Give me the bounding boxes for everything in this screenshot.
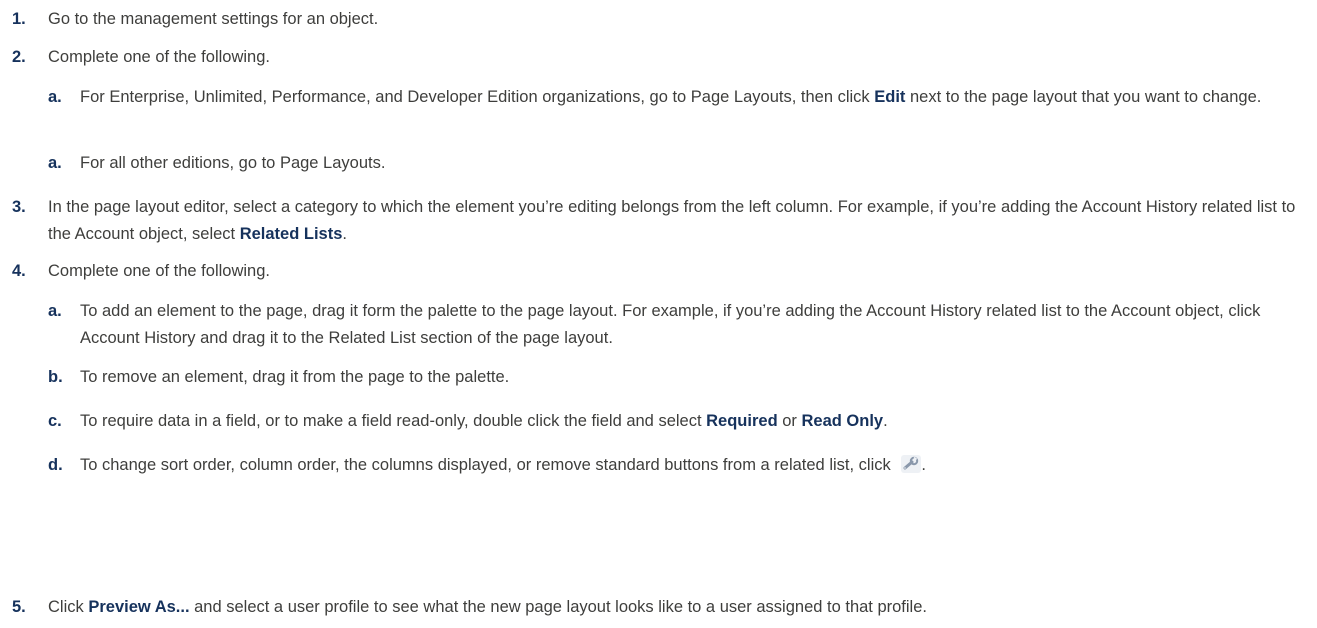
substep-4d: d. To change sort order, column order, t… [48, 452, 1277, 479]
text-run: To change sort order, column order, the … [80, 456, 896, 474]
substep-letter: b. [48, 368, 63, 386]
step-number: 3. [12, 198, 26, 216]
step-3: 3. In the page layout editor, select a c… [12, 194, 1297, 248]
step-text: Complete one of the following. [48, 48, 270, 66]
substep-text: To require data in a field, or to make a… [80, 408, 1277, 435]
substep-2a-other: a. For all other editions, go to Page La… [48, 150, 1277, 177]
step-number: 1. [12, 10, 26, 28]
substep-letter: a. [48, 88, 62, 106]
substep-letter: a. [48, 302, 62, 320]
step-text: Click Preview As... and select a user pr… [48, 594, 1297, 621]
step-1: 1. Go to the management settings for an … [12, 6, 1297, 33]
substep-4a: a. To add an element to the page, drag i… [48, 298, 1277, 352]
preview-as-label: Preview As... [88, 598, 190, 616]
substep-text: For all other editions, go to Page Layou… [80, 154, 386, 172]
substep-4c: c. To require data in a field, or to mak… [48, 408, 1277, 435]
substep-text: To change sort order, column order, the … [80, 452, 1277, 479]
step-text: Go to the management settings for an obj… [48, 10, 379, 28]
substep-letter: c. [48, 412, 62, 430]
step-number: 5. [12, 598, 26, 616]
text-run: For Enterprise, Unlimited, Performance, … [80, 88, 875, 106]
substep-4b: b. To remove an element, drag it from th… [48, 364, 1277, 391]
step-text: In the page layout editor, select a cate… [48, 194, 1297, 248]
wrench-icon [901, 455, 922, 473]
step-text: Complete one of the following. [48, 262, 270, 280]
text-run: Click [48, 598, 89, 616]
step-number: 2. [12, 48, 26, 66]
step-number: 4. [12, 262, 26, 280]
text-run: . [883, 412, 888, 430]
substep-letter: d. [48, 456, 63, 474]
text-run: . [921, 456, 926, 474]
text-run: or [777, 412, 802, 430]
substep-text: To add an element to the page, drag it f… [80, 302, 1261, 347]
related-lists-label: Related Lists [239, 225, 343, 243]
read-only-label: Read Only [801, 412, 884, 430]
substep-letter: a. [48, 154, 62, 172]
step-2: 2. Complete one of the following. [12, 44, 1297, 71]
required-label: Required [706, 412, 778, 430]
text-run: . [342, 225, 347, 243]
instructions-document: 1. Go to the management settings for an … [0, 0, 1317, 628]
substep-text: For Enterprise, Unlimited, Performance, … [80, 84, 1277, 111]
text-run: In the page layout editor, select a cate… [48, 198, 1296, 243]
text-run: To require data in a field, or to make a… [80, 412, 707, 430]
text-run: next to the page layout that you want to… [905, 88, 1262, 106]
step-5: 5. Click Preview As... and select a user… [12, 594, 1297, 621]
step-4: 4. Complete one of the following. [12, 258, 1297, 285]
text-run: and select a user profile to see what th… [189, 598, 927, 616]
edit-label: Edit [874, 88, 906, 106]
substep-2a: a. For Enterprise, Unlimited, Performanc… [48, 84, 1277, 111]
substep-text: To remove an element, drag it from the p… [80, 368, 510, 386]
